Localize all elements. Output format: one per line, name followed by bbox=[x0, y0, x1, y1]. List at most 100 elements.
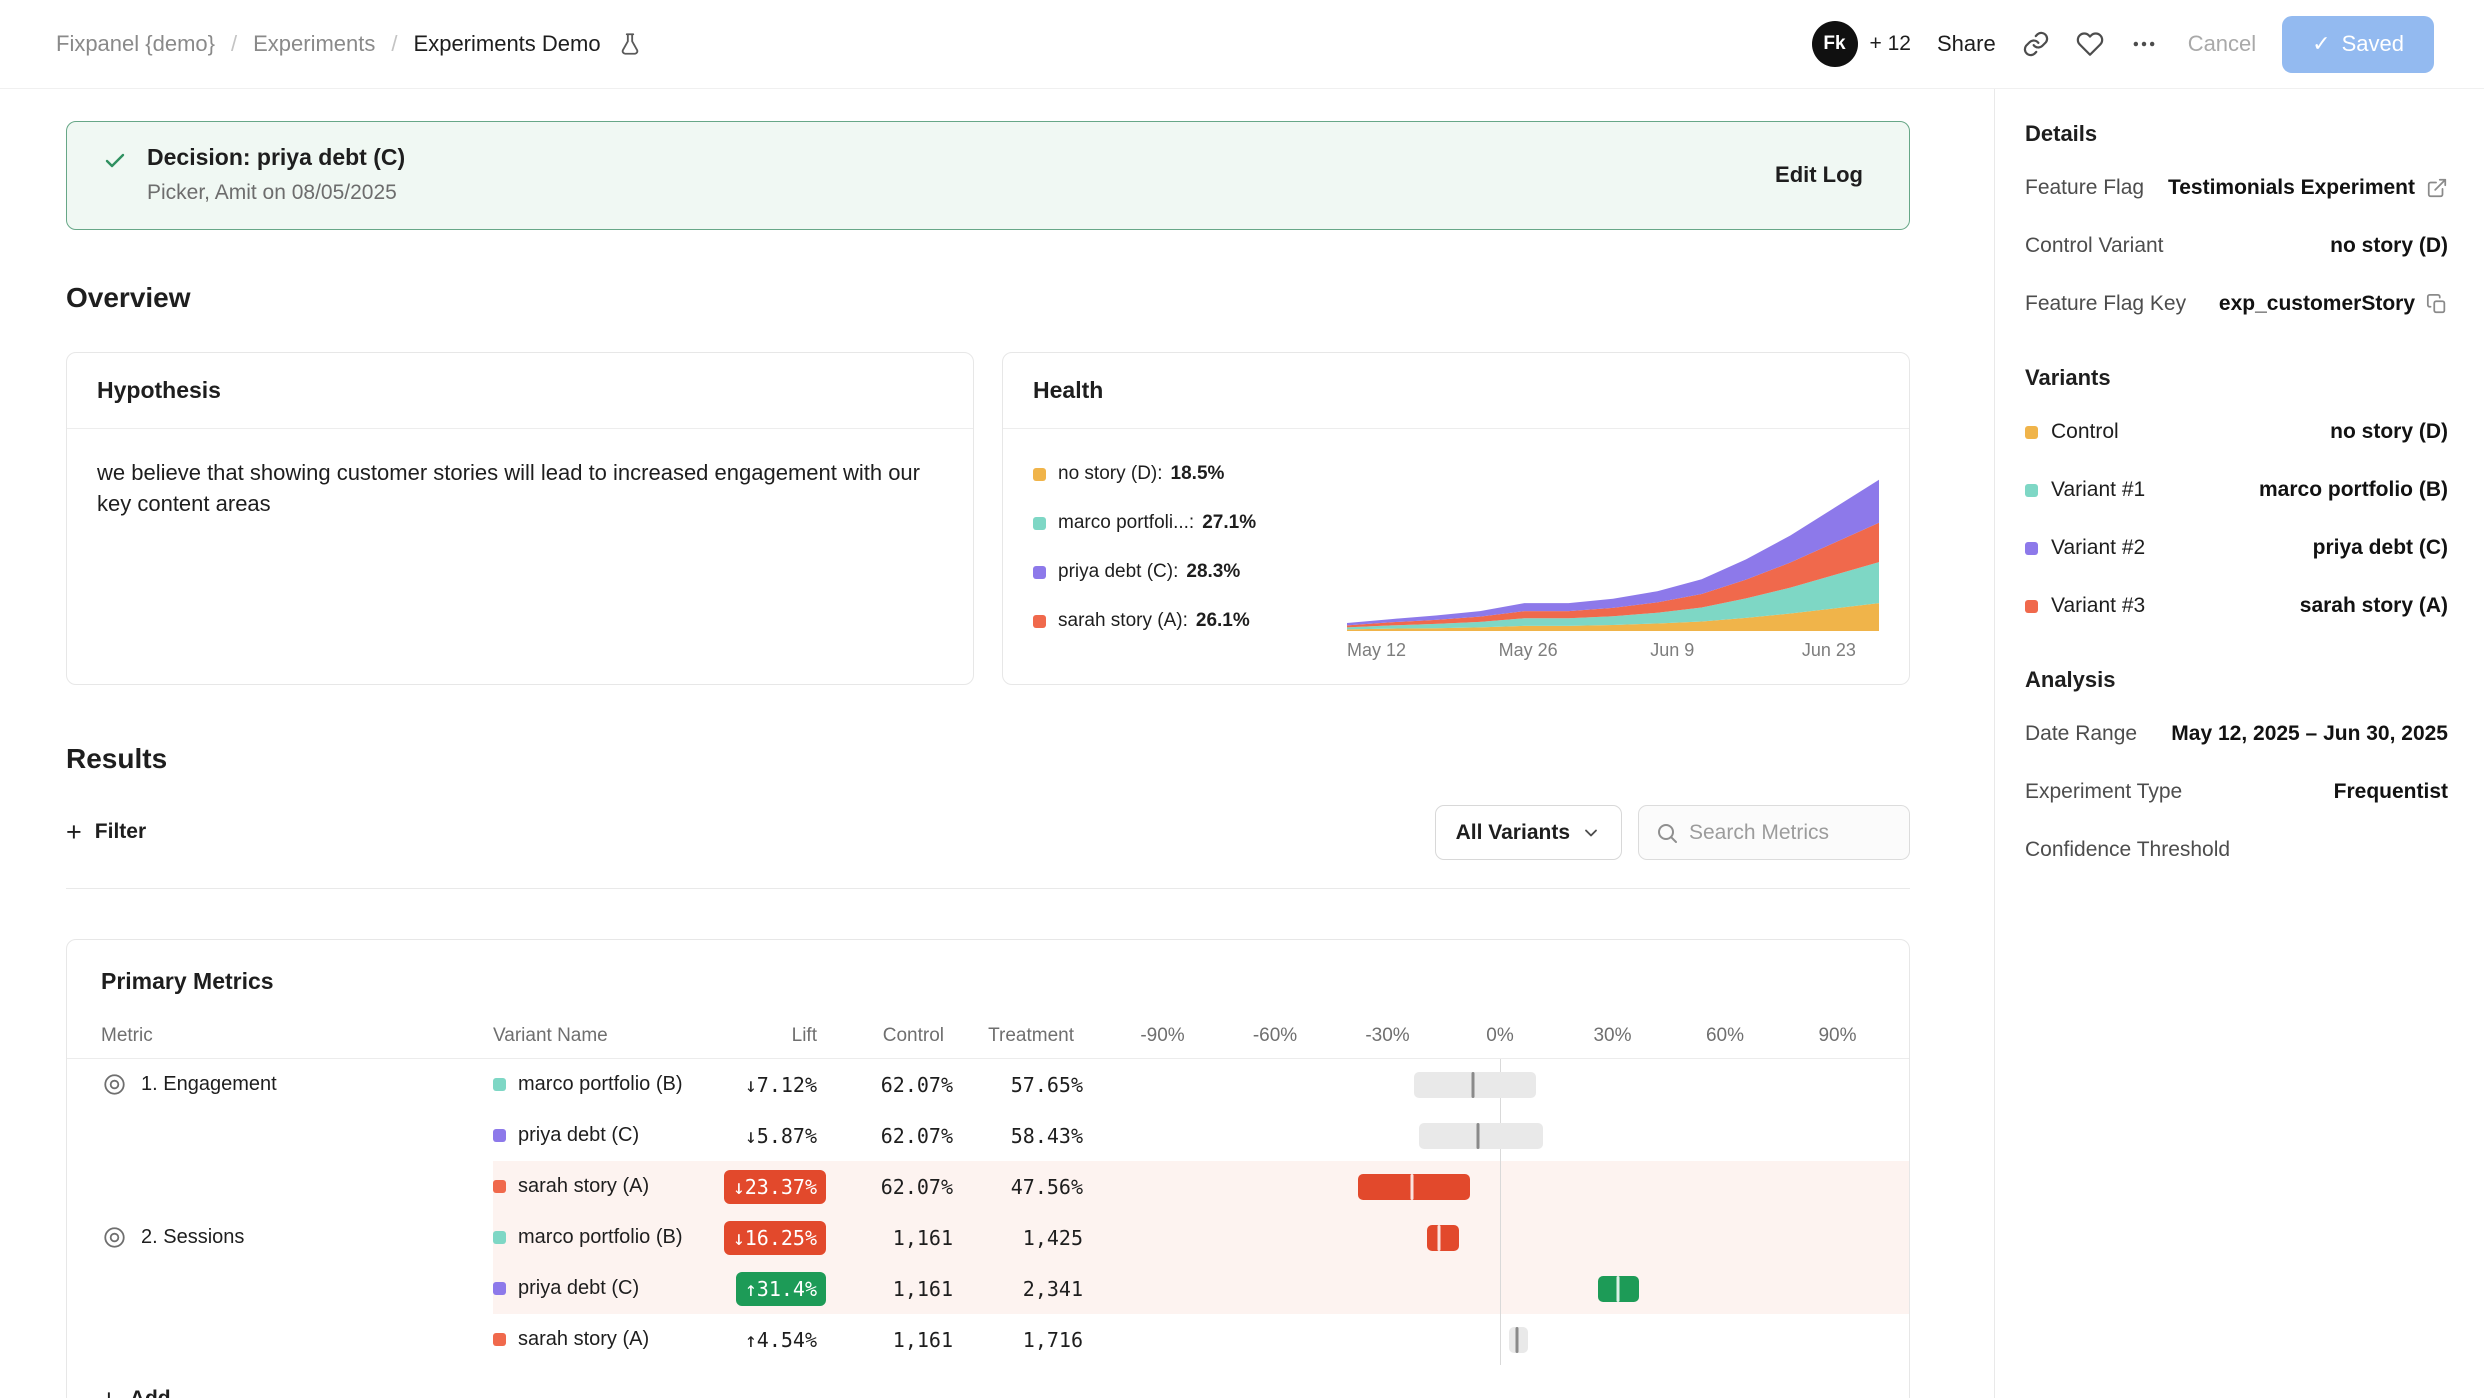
variant-name: marco portfolio (B) bbox=[518, 1226, 683, 1249]
variant-swatch bbox=[493, 1078, 506, 1091]
saved-button[interactable]: ✓ Saved bbox=[2282, 16, 2434, 73]
variant-label: Control bbox=[2051, 420, 2119, 444]
ci-estimate-tick bbox=[1411, 1174, 1414, 1200]
lift-axis: -90%-60%-30%0%30%60%90% bbox=[1125, 1013, 1875, 1058]
ci-bar bbox=[1427, 1225, 1459, 1251]
axis-tick-label: -30% bbox=[1365, 1025, 1409, 1047]
table-row[interactable]: 2. Sessions marco portfolio (B) ↓16.25% … bbox=[67, 1212, 1909, 1263]
x-axis-label: May 26 bbox=[1499, 640, 1558, 661]
breadcrumb-current: Experiments Demo bbox=[414, 31, 601, 57]
variant-row: Variant #2 priya debt (C) bbox=[2025, 519, 2448, 577]
hypothesis-card: Hypothesis we believe that showing custo… bbox=[66, 352, 974, 685]
external-link-icon[interactable] bbox=[2426, 177, 2448, 199]
analysis-label: Date Range bbox=[2025, 722, 2137, 746]
feature-flag-key-value: exp_customerStory bbox=[2219, 292, 2415, 316]
search-icon bbox=[1655, 821, 1679, 845]
flask-icon bbox=[617, 31, 643, 57]
detail-label: Feature Flag bbox=[2025, 176, 2144, 200]
variant-swatch bbox=[493, 1231, 506, 1244]
variants-dropdown[interactable]: All Variants bbox=[1435, 805, 1622, 860]
detail-label: Feature Flag Key bbox=[2025, 292, 2186, 316]
details-title: Details bbox=[2025, 121, 2448, 147]
control-value: 1,161 bbox=[826, 1277, 953, 1301]
treatment-value: 1,425 bbox=[953, 1226, 1083, 1250]
lift-value: ↓7.12% bbox=[736, 1068, 826, 1102]
collaborators-count[interactable]: + 12 bbox=[1870, 32, 1911, 56]
target-icon bbox=[101, 1224, 128, 1251]
variant-name: priya debt (C) bbox=[518, 1124, 639, 1147]
decision-banner: Decision: priya debt (C) Picker, Amit on… bbox=[66, 121, 1910, 230]
primary-metrics-title: Primary Metrics bbox=[67, 940, 1909, 1013]
results-title: Results bbox=[66, 743, 1910, 775]
copy-link-icon[interactable] bbox=[2022, 30, 2050, 58]
lift-value: ↓5.87% bbox=[736, 1119, 826, 1153]
analysis-row-date-range: Date Range May 12, 2025 – Jun 30, 2025 bbox=[2025, 705, 2448, 763]
control-value: 1,161 bbox=[826, 1328, 953, 1352]
health-x-axis: May 12May 26Jun 9Jun 23 bbox=[1347, 640, 1879, 668]
target-icon bbox=[101, 1071, 128, 1098]
legend-name: marco portfoli...: bbox=[1058, 512, 1194, 534]
table-row[interactable]: sarah story (A) ↓23.37% 62.07% 47.56% bbox=[67, 1161, 1909, 1212]
table-row[interactable]: priya debt (C) ↑31.4% 1,161 2,341 bbox=[67, 1263, 1909, 1314]
decision-title: Decision: priya debt (C) bbox=[147, 144, 405, 171]
plus-icon: + bbox=[101, 1387, 117, 1398]
axis-tick-label: 60% bbox=[1706, 1025, 1744, 1047]
add-metric-button[interactable]: + Add bbox=[67, 1365, 205, 1398]
control-value: 62.07% bbox=[826, 1175, 953, 1199]
table-row[interactable]: 1. Engagement marco portfolio (B) ↓7.12%… bbox=[67, 1059, 1909, 1110]
results-toolbar: + Filter All Variants bbox=[66, 805, 1910, 889]
hypothesis-card-title: Hypothesis bbox=[67, 353, 973, 429]
date-range-value: May 12, 2025 – Jun 30, 2025 bbox=[2171, 722, 2448, 746]
health-card-title: Health bbox=[1003, 353, 1909, 429]
variants-dropdown-label: All Variants bbox=[1456, 821, 1570, 845]
variant-swatch bbox=[493, 1129, 506, 1142]
more-options-icon[interactable] bbox=[2130, 30, 2158, 58]
breadcrumb-separator: / bbox=[391, 31, 397, 57]
detail-row-feature-flag-key: Feature Flag Key exp_customerStory bbox=[2025, 275, 2448, 333]
legend-item: no story (D): 18.5% bbox=[1033, 463, 1321, 485]
search-metrics-input[interactable] bbox=[1689, 821, 1893, 845]
share-button[interactable]: Share bbox=[1937, 31, 1996, 57]
legend-value: 18.5% bbox=[1171, 463, 1225, 485]
ci-estimate-tick bbox=[1472, 1072, 1475, 1098]
col-variant-name: Variant Name bbox=[493, 1025, 708, 1047]
analysis-label: Confidence Threshold bbox=[2025, 838, 2230, 862]
health-stacked-area-chart: May 12May 26Jun 9Jun 23 bbox=[1347, 449, 1879, 668]
legend-swatch bbox=[1033, 615, 1046, 628]
cancel-button[interactable]: Cancel bbox=[2188, 31, 2256, 57]
overview-title: Overview bbox=[66, 282, 1910, 314]
health-legend: no story (D): 18.5% marco portfoli...: 2… bbox=[1033, 449, 1321, 668]
variant-name: marco portfolio (B) bbox=[518, 1073, 683, 1096]
table-row[interactable]: priya debt (C) ↓5.87% 62.07% 58.43% bbox=[67, 1110, 1909, 1161]
zero-line bbox=[1500, 1263, 1501, 1314]
treatment-value: 2,341 bbox=[953, 1277, 1083, 1301]
variant-label: Variant #1 bbox=[2051, 478, 2145, 502]
breadcrumb-experiments[interactable]: Experiments bbox=[253, 31, 375, 57]
variant-name: sarah story (A) bbox=[518, 1328, 649, 1351]
search-metrics-box[interactable] bbox=[1638, 805, 1910, 860]
feature-flag-value[interactable]: Testimonials Experiment bbox=[2168, 176, 2415, 200]
favorite-heart-icon[interactable] bbox=[2076, 30, 2104, 58]
copy-icon[interactable] bbox=[2426, 293, 2448, 315]
metrics-table-header: Metric Variant Name Lift Control Treatme… bbox=[67, 1013, 1909, 1059]
table-row[interactable]: sarah story (A) ↑4.54% 1,161 1,716 bbox=[67, 1314, 1909, 1365]
col-treatment: Treatment bbox=[953, 1025, 1083, 1047]
avatar[interactable]: Fk bbox=[1812, 21, 1858, 67]
edit-log-button[interactable]: Edit Log bbox=[1775, 162, 1863, 188]
chevron-down-icon bbox=[1581, 823, 1601, 843]
breadcrumb-project[interactable]: Fixpanel {demo} bbox=[56, 31, 215, 57]
axis-tick-label: 0% bbox=[1486, 1025, 1513, 1047]
add-filter-button[interactable]: + Filter bbox=[66, 820, 146, 844]
check-icon bbox=[103, 144, 127, 205]
axis-tick-label: -90% bbox=[1140, 1025, 1184, 1047]
variant-swatch bbox=[2025, 426, 2038, 439]
breadcrumb: Fixpanel {demo} / Experiments / Experime… bbox=[56, 31, 643, 57]
variant-swatch bbox=[2025, 542, 2038, 555]
analysis-row-experiment-type: Experiment Type Frequentist bbox=[2025, 763, 2448, 821]
detail-row-feature-flag: Feature Flag Testimonials Experiment bbox=[2025, 159, 2448, 217]
zero-line bbox=[1500, 1161, 1501, 1212]
plus-icon: + bbox=[66, 820, 82, 844]
variant-swatch bbox=[493, 1180, 506, 1193]
variant-swatch bbox=[493, 1333, 506, 1346]
variant-swatch bbox=[493, 1282, 506, 1295]
